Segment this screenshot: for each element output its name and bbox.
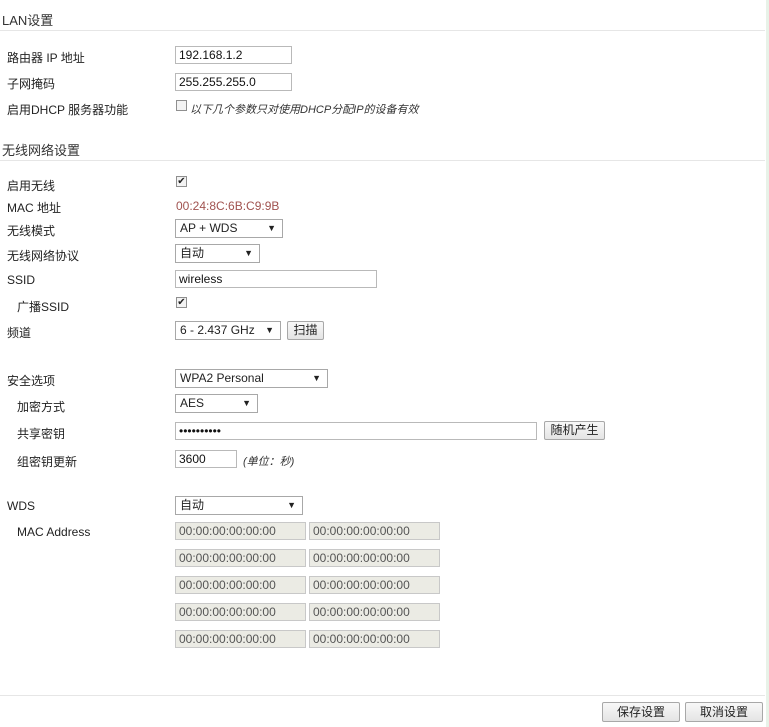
wds-label: WDS <box>7 499 35 513</box>
wireless-divider <box>0 160 765 161</box>
enable-wireless-checkbox[interactable]: ✔ <box>176 176 187 187</box>
chevron-down-icon: ▼ <box>287 500 296 510</box>
wds-mac-field[interactable] <box>175 603 306 621</box>
rekey-label: 组密钥更新 <box>17 455 78 469</box>
encryption-label: 加密方式 <box>17 400 66 414</box>
rekey-unit: (单位：秒) <box>243 456 295 468</box>
wds-mac-field[interactable] <box>309 576 440 594</box>
dhcp-hint: 以下几个参数只对使用DHCP分配IP的设备有效 <box>190 104 419 116</box>
rekey-input[interactable] <box>175 450 237 468</box>
security-option-select[interactable]: WPA2 Personal ▼ <box>175 369 328 388</box>
wireless-mode-select[interactable]: AP + WDS ▼ <box>175 219 283 238</box>
dhcp-label: 启用DHCP 服务器功能 <box>7 103 129 117</box>
channel-label: 频道 <box>7 326 32 340</box>
scan-button[interactable]: 扫描 <box>287 321 324 340</box>
channel-select[interactable]: 6 - 2.437 GHz ▼ <box>175 321 281 340</box>
wireless-protocol-select[interactable]: 自动 ▼ <box>175 244 260 263</box>
random-key-button[interactable]: 随机产生 <box>544 421 605 440</box>
wds-mac-address-label: MAC Address <box>17 525 91 539</box>
wds-mac-field[interactable] <box>309 630 440 648</box>
broadcast-ssid-label: 广播SSID <box>17 300 70 314</box>
enable-wireless-label: 启用无线 <box>7 179 56 193</box>
chevron-down-icon: ▼ <box>244 248 253 258</box>
channel-value: 6 - 2.437 GHz <box>180 323 255 337</box>
wireless-protocol-value: 自动 <box>180 246 205 260</box>
ssid-label: SSID <box>7 273 36 287</box>
dhcp-checkbox[interactable] <box>176 100 187 111</box>
chevron-down-icon: ▼ <box>242 398 251 408</box>
cancel-button[interactable]: 取消设置 <box>685 702 763 722</box>
wireless-mode-value: AP + WDS <box>180 221 238 235</box>
mac-address-label: MAC 地址 <box>7 201 62 215</box>
wireless-section-title: 无线网络设置 <box>2 143 81 158</box>
wds-value: 自动 <box>180 498 205 512</box>
security-option-label: 安全选项 <box>7 374 56 388</box>
encryption-select[interactable]: AES ▼ <box>175 394 258 413</box>
wds-mac-field[interactable] <box>175 549 306 567</box>
mac-address-value: 00:24:8C:6B:C9:9B <box>176 199 280 213</box>
footer-divider <box>0 695 765 696</box>
security-option-value: WPA2 Personal <box>180 371 264 385</box>
subnet-mask-input[interactable] <box>175 73 292 91</box>
broadcast-ssid-checkbox[interactable]: ✔ <box>176 297 187 308</box>
wds-mac-field[interactable] <box>175 630 306 648</box>
wds-mac-field[interactable] <box>175 522 306 540</box>
save-button[interactable]: 保存设置 <box>602 702 680 722</box>
wds-select[interactable]: 自动 ▼ <box>175 496 303 515</box>
wds-mac-field[interactable] <box>175 576 306 594</box>
shared-key-input[interactable] <box>175 422 537 440</box>
wireless-protocol-label: 无线网络协议 <box>7 249 80 263</box>
shared-key-label: 共享密钥 <box>17 427 66 441</box>
encryption-value: AES <box>180 396 205 410</box>
subnet-mask-label: 子网掩码 <box>7 77 56 91</box>
router-ip-label: 路由器 IP 地址 <box>7 51 85 65</box>
lan-divider <box>0 30 765 31</box>
lan-section-title: LAN设置 <box>2 13 54 28</box>
chevron-down-icon: ▼ <box>267 223 276 233</box>
chevron-down-icon: ▼ <box>312 373 321 383</box>
ssid-input[interactable] <box>175 270 377 288</box>
wireless-mode-label: 无线模式 <box>7 224 56 238</box>
router-ip-input[interactable] <box>175 46 292 64</box>
chevron-down-icon: ▼ <box>265 325 274 335</box>
wds-mac-field[interactable] <box>309 603 440 621</box>
wds-mac-field[interactable] <box>309 549 440 567</box>
wds-mac-field[interactable] <box>309 522 440 540</box>
